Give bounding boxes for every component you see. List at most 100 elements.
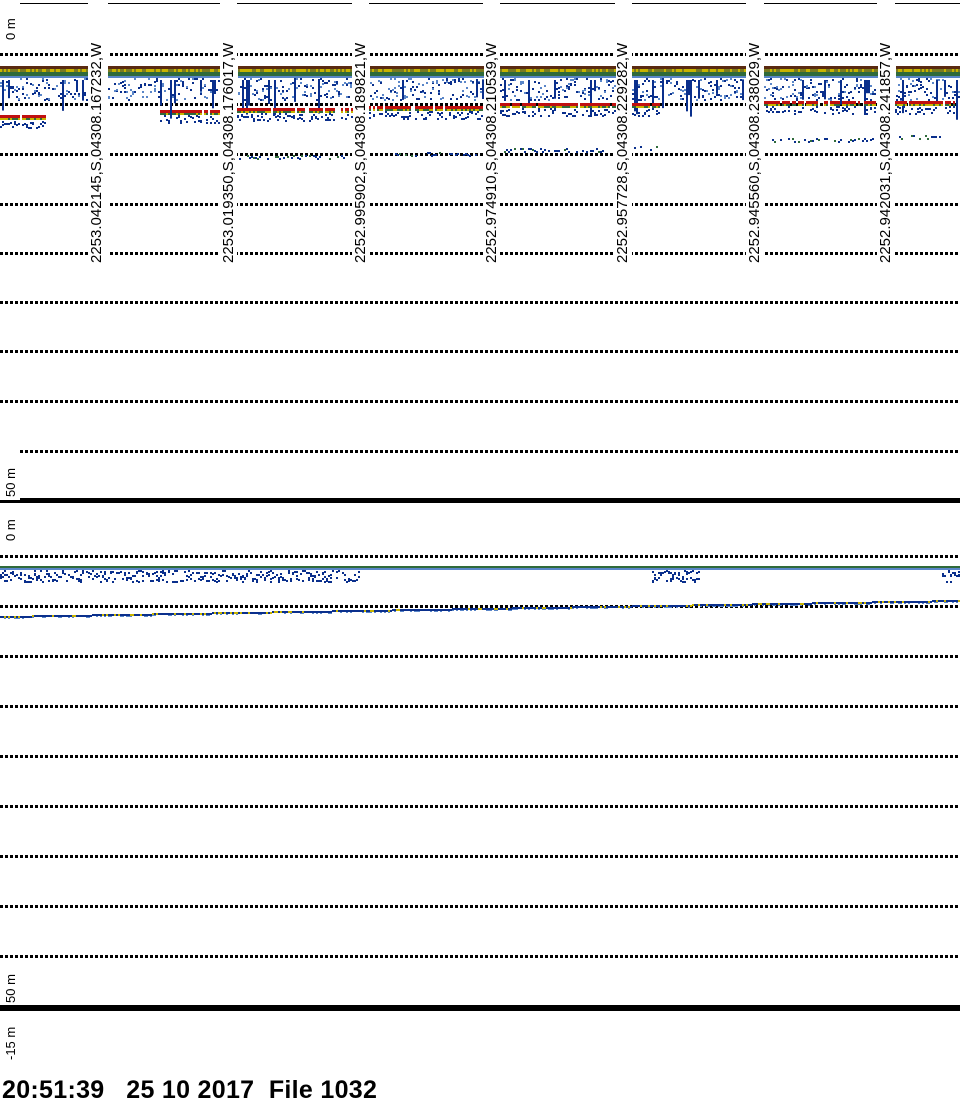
depth-gridline <box>640 153 643 156</box>
echo-mark <box>46 98 48 100</box>
depth-gridline <box>305 805 308 808</box>
depth-gridline <box>325 252 328 255</box>
depth-gridline <box>840 705 843 708</box>
depth-gridline <box>925 252 928 255</box>
depth-gridline <box>955 855 958 858</box>
depth-gridline <box>415 301 418 304</box>
depth-gridline <box>890 755 893 758</box>
echo-mark <box>402 80 404 100</box>
depth-gridline <box>530 855 533 858</box>
depth-gridline <box>675 153 678 156</box>
echo-mark <box>414 89 416 91</box>
depth-gridline <box>430 350 433 353</box>
depth-gridline <box>940 450 943 453</box>
depth-gridline <box>45 705 48 708</box>
echo-mark <box>306 84 308 86</box>
depth-gridline <box>240 905 243 908</box>
depth-gridline <box>550 855 553 858</box>
depth-gridline <box>855 805 858 808</box>
depth-gridline <box>785 755 788 758</box>
depth-gridline <box>645 855 648 858</box>
depth-gridline <box>130 450 133 453</box>
echo-mark <box>142 69 144 72</box>
echo-mark <box>458 72 460 76</box>
depth-gridline <box>855 705 858 708</box>
depth-gridline <box>295 905 298 908</box>
depth-gridline <box>440 655 443 658</box>
depth-gridline <box>305 301 308 304</box>
depth-gridline <box>55 905 58 908</box>
depth-gridline <box>185 450 188 453</box>
depth-gridline <box>930 805 933 808</box>
echo-mark <box>308 76 310 78</box>
echo-mark <box>152 72 154 76</box>
depth-gridline <box>110 805 113 808</box>
depth-gridline <box>300 755 303 758</box>
depth-gridline <box>330 605 333 608</box>
depth-gridline <box>665 755 668 758</box>
depth-gridline <box>205 855 208 858</box>
echo-mark <box>384 76 386 78</box>
depth-gridline <box>800 53 803 56</box>
depth-gridline <box>700 252 703 255</box>
depth-gridline <box>160 450 163 453</box>
depth-gridline <box>600 755 603 758</box>
depth-gridline <box>650 755 653 758</box>
depth-gridline <box>105 905 108 908</box>
depth-gridline <box>705 555 708 558</box>
depth-gridline <box>255 555 258 558</box>
depth-gridline <box>30 400 33 403</box>
depth-gridline <box>610 855 613 858</box>
echo-mark <box>46 66 48 69</box>
depth-gridline <box>180 955 183 958</box>
depth-gridline <box>885 450 888 453</box>
depth-gridline <box>190 203 193 206</box>
depth-gridline <box>85 905 88 908</box>
depth-gridline <box>275 350 278 353</box>
depth-gridline <box>505 203 508 206</box>
depth-gridline <box>130 252 133 255</box>
depth-gridline <box>940 53 943 56</box>
depth-gridline <box>510 905 513 908</box>
depth-gridline <box>470 400 473 403</box>
depth-gridline <box>785 655 788 658</box>
depth-gridline <box>250 605 253 608</box>
depth-gridline <box>620 855 623 858</box>
depth-gridline <box>475 103 478 106</box>
echo-mark <box>36 76 38 78</box>
depth-gridline <box>865 805 868 808</box>
depth-gridline <box>705 153 708 156</box>
echo-mark <box>126 69 128 72</box>
echo-mark <box>414 72 416 76</box>
depth-gridline <box>760 905 763 908</box>
depth-gridline <box>410 252 413 255</box>
depth-gridline <box>600 153 603 156</box>
depth-gridline <box>725 655 728 658</box>
depth-gridline <box>535 855 538 858</box>
depth-gridline <box>55 400 58 403</box>
depth-gridline <box>450 301 453 304</box>
echo-mark <box>160 76 162 78</box>
echo-mark <box>16 90 18 92</box>
depth-gridline <box>50 350 53 353</box>
depth-gridline <box>585 252 588 255</box>
echo-mark <box>524 76 526 78</box>
depth-gridline <box>710 805 713 808</box>
depth-gridline <box>940 153 943 156</box>
depth-gridline <box>585 855 588 858</box>
depth-gridline <box>235 705 238 708</box>
depth-gridline <box>620 755 623 758</box>
depth-gridline <box>905 53 908 56</box>
depth-gridline <box>885 755 888 758</box>
depth-gridline <box>205 450 208 453</box>
depth-gridline <box>505 905 508 908</box>
depth-gridline <box>215 301 218 304</box>
echo-mark <box>396 92 398 94</box>
depth-gridline <box>880 605 883 608</box>
echo-mark <box>270 66 272 69</box>
depth-gridline <box>920 301 923 304</box>
depth-gridline <box>875 705 878 708</box>
depth-gridline <box>780 350 783 353</box>
depth-gridline <box>405 805 408 808</box>
depth-gridline <box>910 350 913 353</box>
